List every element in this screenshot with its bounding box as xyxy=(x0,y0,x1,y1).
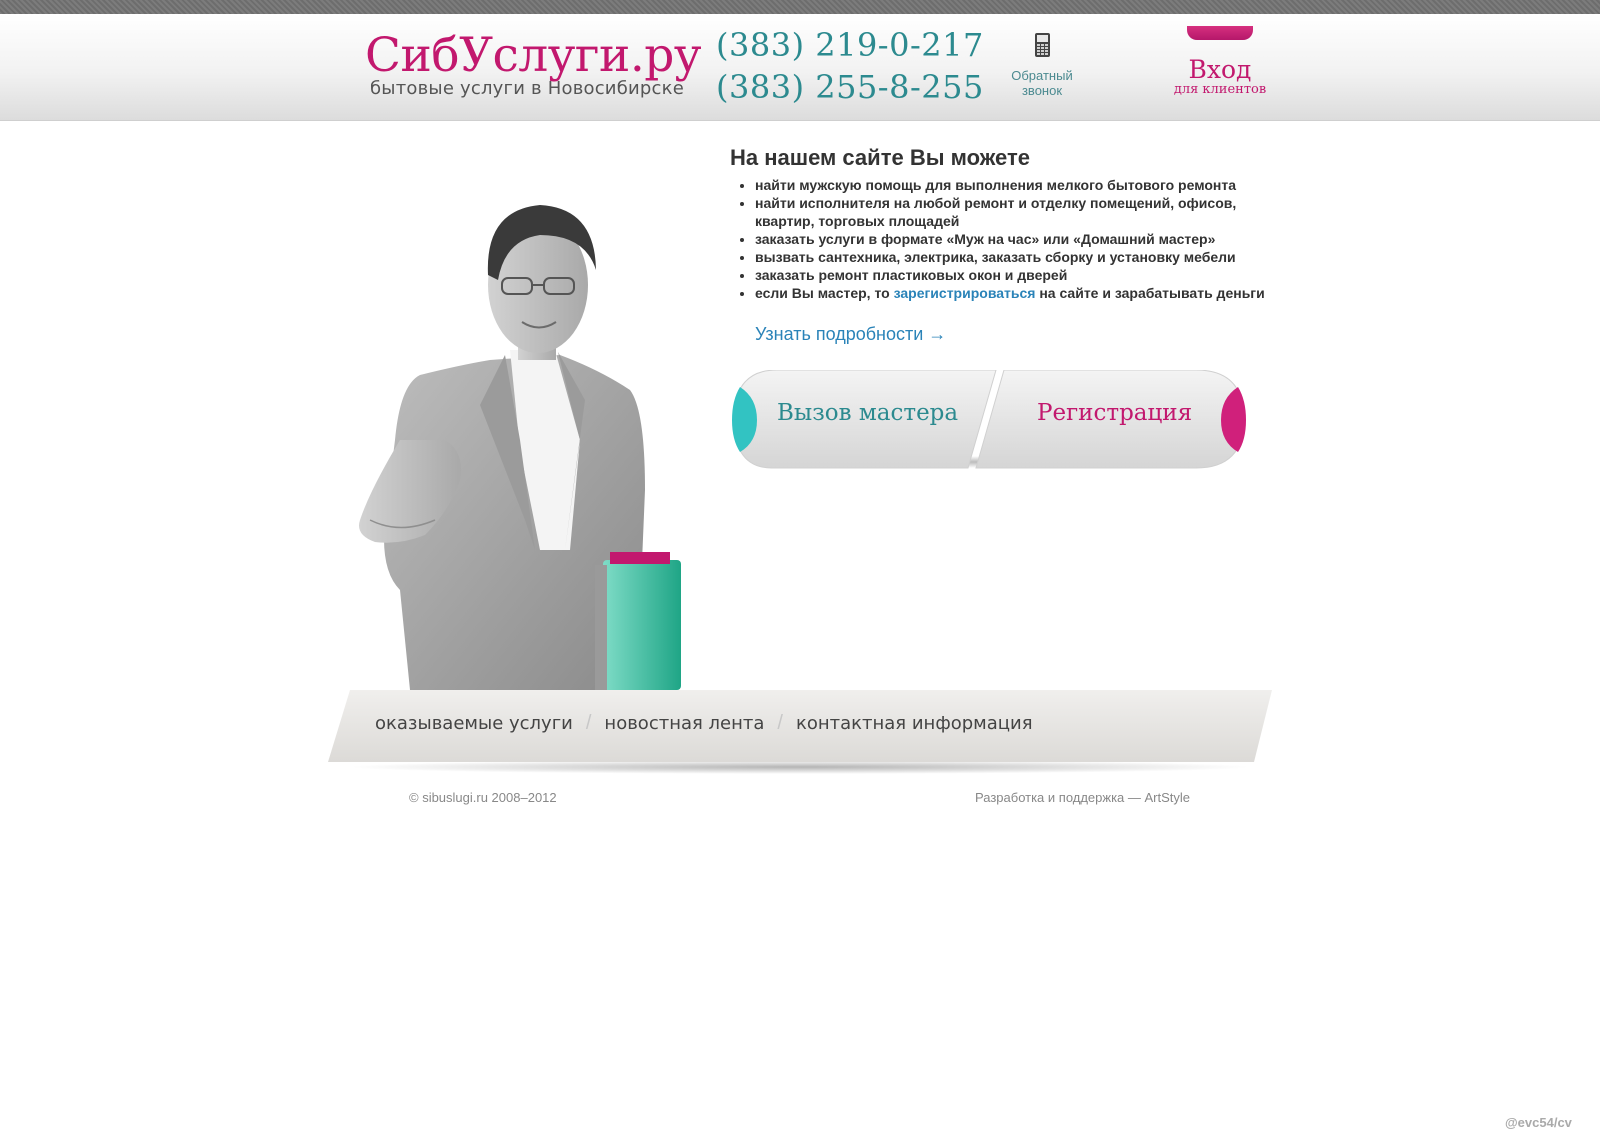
login-link[interactable]: Вход для клиентов xyxy=(1168,55,1272,97)
phone-number-1: (383) 219-0-217 xyxy=(716,26,984,64)
site-logo[interactable]: СибУслуги.ру xyxy=(365,28,702,84)
features-list: найти мужскую помощь для выполнения мелк… xyxy=(730,176,1290,302)
nav-separator: / xyxy=(585,712,592,734)
register-button[interactable]: Регистрация xyxy=(1037,400,1192,426)
callback-label-line2: звонок xyxy=(1021,83,1063,98)
nav-link-services[interactable]: оказываемые услуги xyxy=(375,713,573,734)
top-texture-strip xyxy=(0,0,1600,14)
footer-developer-link[interactable]: Разработка и поддержка — ArtStyle xyxy=(975,790,1190,805)
call-master-button[interactable]: Вызов мастера xyxy=(777,400,958,426)
action-buttons-bar: Вызов мастера Регистрация xyxy=(732,370,1246,470)
nav-link-news[interactable]: новостная лента xyxy=(604,713,764,734)
register-inline-link[interactable]: зарегистрироваться xyxy=(894,285,1036,301)
watermark: @evc54/cv xyxy=(1505,1115,1572,1130)
features-section: На нашем сайте Вы можете найти мужскую п… xyxy=(730,142,1290,302)
site-header: СибУслуги.ру бытовые услуги в Новосибирс… xyxy=(0,14,1600,121)
learn-more-link[interactable]: Узнать подробности → xyxy=(755,324,946,345)
callback-label-line1: Обратный xyxy=(1011,68,1073,83)
feature-item: найти исполнителя на любой ремонт и отде… xyxy=(755,194,1290,230)
login-title: Вход xyxy=(1188,55,1252,84)
main-nav-bar: оказываемые услуги / новостная лента / к… xyxy=(328,690,1272,780)
login-tab-decoration xyxy=(1187,26,1253,40)
nav-separator: / xyxy=(777,712,783,734)
phone-number-2: (383) 255-8-255 xyxy=(716,68,984,106)
feature-text-before: если Вы мастер, то xyxy=(755,285,890,301)
hero-person-illustration xyxy=(359,205,681,690)
feature-text-after: на сайте и зарабатывать деньги xyxy=(1039,285,1265,301)
feature-item: заказать услуги в формате «Муж на час» и… xyxy=(755,230,1290,248)
feature-item: вызвать сантехника, электрика, заказать … xyxy=(755,248,1290,266)
nav-items: оказываемые услуги / новостная лента / к… xyxy=(375,712,1033,735)
footer-copyright: © sibuslugi.ru 2008–2012 xyxy=(409,790,557,805)
callback-link[interactable]: Обратный звонок xyxy=(1000,32,1084,98)
feature-item-register: если Вы мастер, то зарегистрироваться на… xyxy=(755,284,1290,302)
feature-item: заказать ремонт пластиковых окон и двере… xyxy=(755,266,1290,284)
site-tagline: бытовые услуги в Новосибирске xyxy=(370,78,684,99)
login-subtitle: для клиентов xyxy=(1173,82,1267,97)
mobile-phone-icon xyxy=(1034,33,1050,57)
feature-item: найти мужскую помощь для выполнения мелк… xyxy=(755,176,1290,194)
nav-link-contacts[interactable]: контактная информация xyxy=(796,713,1033,734)
features-heading: На нашем сайте Вы можете xyxy=(730,145,1030,170)
nav-bar-background xyxy=(328,690,1272,774)
